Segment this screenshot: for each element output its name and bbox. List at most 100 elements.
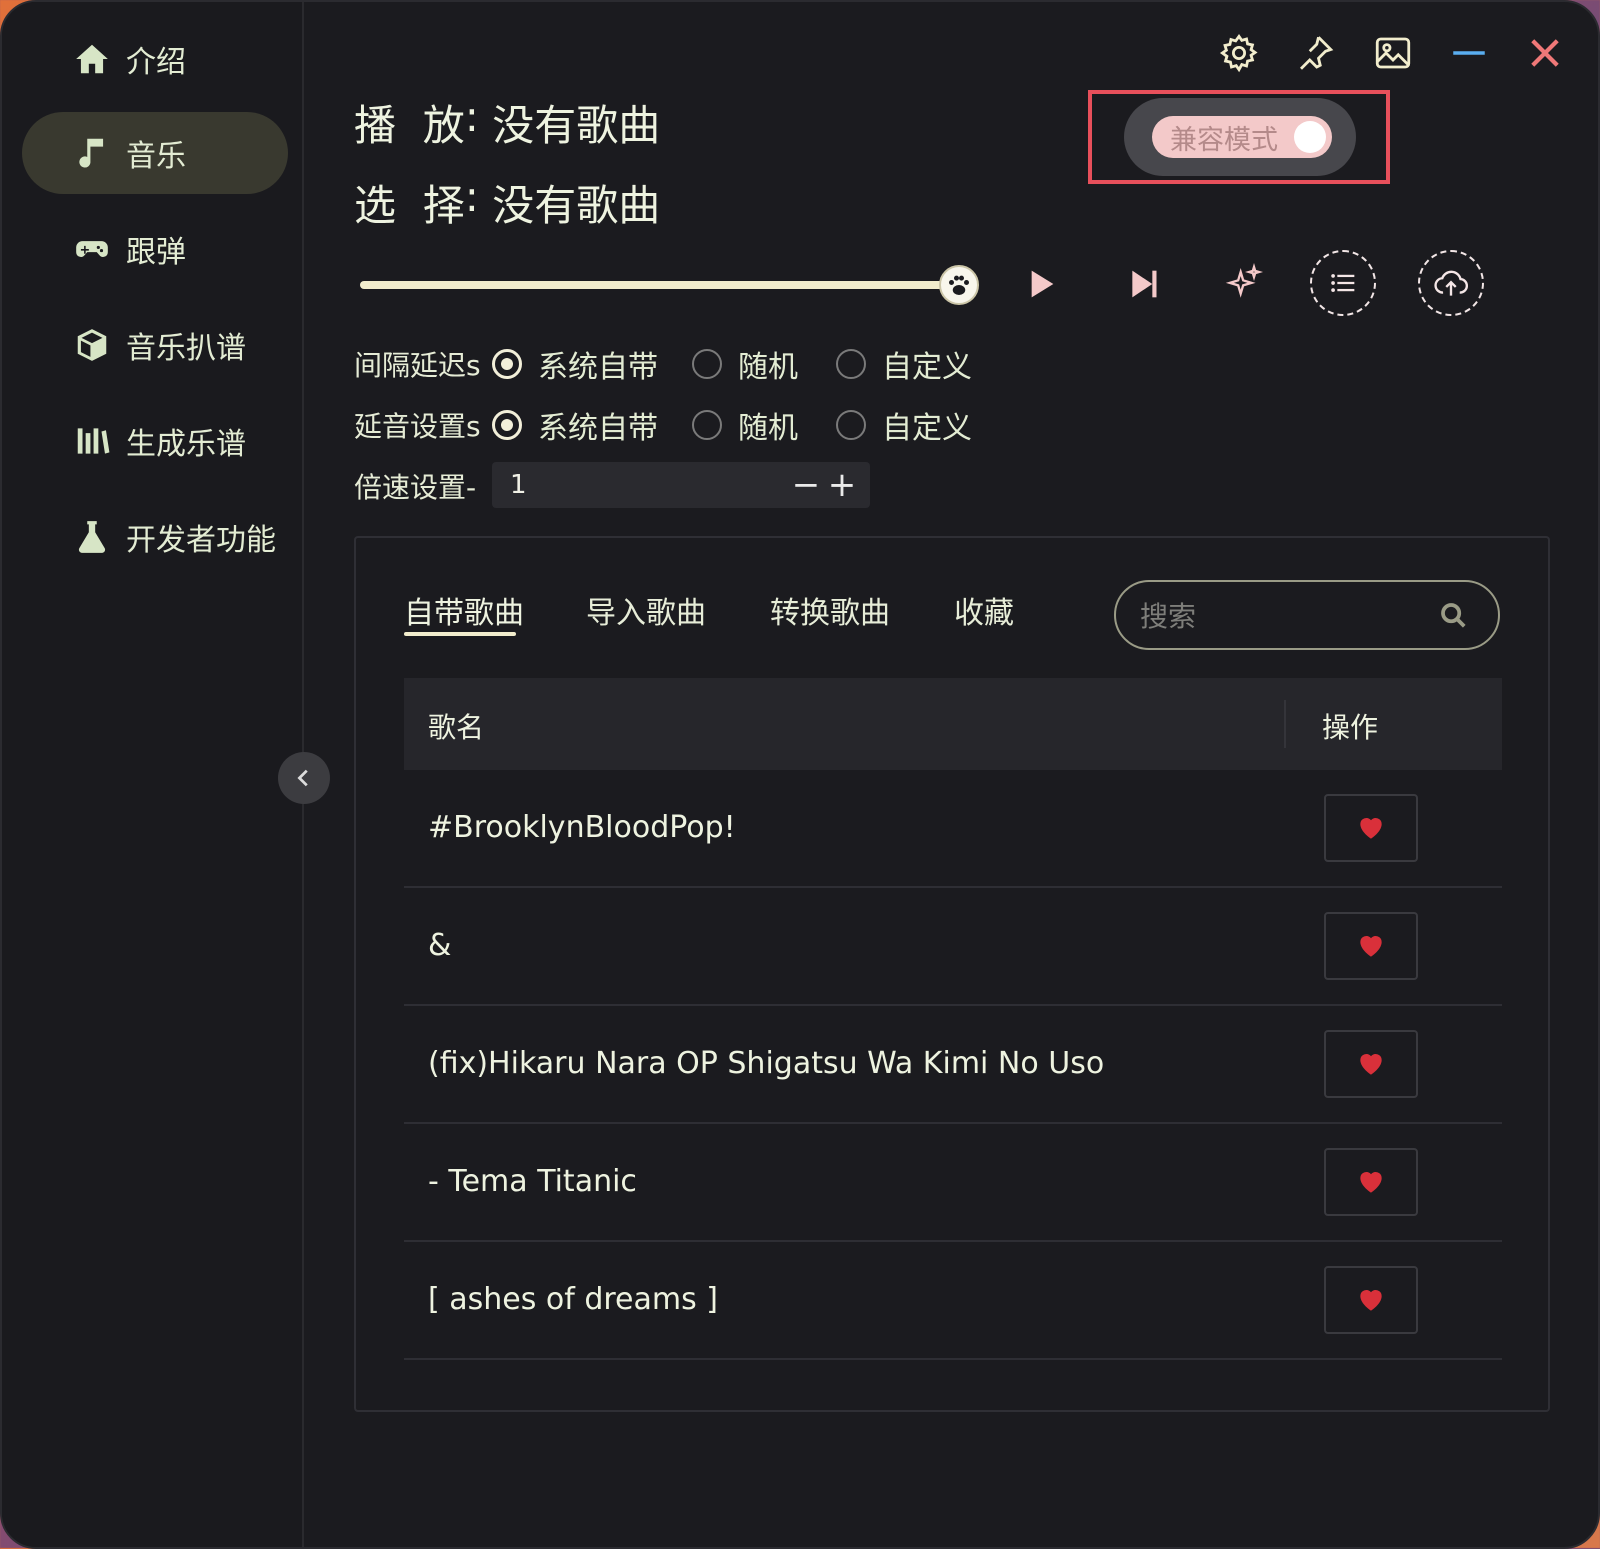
speed-value[interactable]: 1 [510, 470, 527, 500]
interval-delay-label: 间隔延迟s [354, 349, 481, 382]
favorite-button[interactable] [1324, 1266, 1418, 1334]
pin-icon [1300, 36, 1334, 70]
radio-label: 随机 [738, 411, 798, 446]
table-row[interactable]: (fix)Hikaru Nara OP Shigatsu Wa Kimi No … [404, 1006, 1502, 1124]
radio-label: 系统自带 [538, 350, 658, 385]
playlist-button[interactable] [1310, 250, 1376, 316]
tab-favorites[interactable]: 收藏 [954, 588, 1014, 632]
close-button[interactable] [1522, 30, 1568, 76]
interval-option-random[interactable]: 随机 [692, 342, 798, 386]
app-window: 介绍 音乐 跟弹 音乐扒谱 生成乐谱 开发者功能 兼容模式 播 放: 没有歌曲… [0, 0, 1600, 1549]
interval-option-custom[interactable]: 自定义 [836, 342, 972, 386]
table-row[interactable]: - Tema Titanic [404, 1124, 1502, 1242]
background-image-button[interactable] [1370, 30, 1416, 76]
favorite-button[interactable] [1324, 1148, 1418, 1216]
search-input[interactable]: 搜索 [1114, 580, 1500, 650]
tab-imported-songs[interactable]: 导入歌曲 [586, 588, 706, 632]
flask-icon [70, 515, 114, 559]
tab-converted-songs[interactable]: 转换歌曲 [770, 588, 890, 632]
cube-icon [70, 323, 114, 367]
interval-option-system[interactable]: 系统自带 [492, 342, 658, 386]
song-name: & [428, 928, 452, 963]
radio-dot [692, 410, 722, 440]
song-name: - Tema Titanic [428, 1164, 637, 1199]
skip-next-icon [1132, 270, 1157, 298]
table-header: 歌名 操作 [404, 678, 1502, 770]
search-placeholder: 搜索 [1140, 600, 1197, 633]
image-icon [1375, 37, 1411, 69]
table-row[interactable]: [ ashes of dreams ] [404, 1242, 1502, 1360]
radio-dot [836, 349, 866, 379]
gear-icon [1219, 33, 1258, 73]
speed-label: 倍速设置- [354, 471, 477, 504]
radio-label: 自定义 [882, 350, 972, 385]
radio-dot [836, 410, 866, 440]
table-row[interactable]: #BrooklynBloodPop! [404, 770, 1502, 888]
sidebar-item-music[interactable]: 音乐 [22, 112, 288, 194]
upload-button[interactable] [1418, 250, 1484, 316]
play-icon [1031, 270, 1054, 298]
table-row[interactable]: & [404, 888, 1502, 1006]
radio-label: 自定义 [882, 411, 972, 446]
heart-icon [1360, 1290, 1382, 1311]
heart-icon [1360, 1054, 1382, 1075]
song-name: #BrooklynBloodPop! [428, 810, 736, 845]
tab-builtin-songs[interactable]: 自带歌曲 [404, 588, 524, 632]
minimize-icon [1453, 51, 1485, 55]
pin-button[interactable] [1292, 30, 1338, 76]
music-note-icon [70, 131, 114, 175]
increment-button[interactable]: + [824, 462, 860, 508]
favorite-button[interactable] [1324, 794, 1418, 862]
radio-dot [492, 349, 522, 379]
heart-icon [1360, 1172, 1382, 1193]
sidebar-item-developer[interactable]: 开发者功能 [22, 496, 288, 578]
sparkle-button[interactable] [1224, 262, 1264, 302]
sidebar-item-label: 开发者功能 [126, 523, 276, 558]
delay-option-custom[interactable]: 自定义 [836, 403, 972, 447]
play-button[interactable] [1020, 264, 1060, 304]
decrement-button[interactable]: − [788, 462, 824, 508]
song-name: [ ashes of dreams ] [428, 1282, 718, 1317]
sidebar-item-label: 生成乐谱 [126, 427, 246, 462]
now-playing-label: 播 放 [354, 101, 465, 150]
sidebar-item-label: 音乐扒谱 [126, 331, 246, 366]
progress-slider[interactable] [360, 281, 960, 289]
list-icon [1331, 274, 1355, 292]
close-icon [1531, 39, 1559, 67]
progress-handle[interactable] [939, 265, 979, 305]
search-icon[interactable] [1438, 600, 1468, 630]
chevron-left-icon [297, 769, 308, 787]
column-divider [1284, 700, 1286, 748]
sidebar-item-label: 音乐 [126, 139, 186, 174]
now-playing: 播 放: 没有歌曲 [354, 92, 660, 153]
collapse-sidebar-button[interactable] [278, 752, 330, 804]
sidebar-item-follow[interactable]: 跟弹 [22, 208, 288, 290]
favorite-button[interactable] [1324, 912, 1418, 980]
column-header-action: 操作 [1322, 711, 1379, 744]
radio-dot [492, 410, 522, 440]
minimize-button[interactable] [1446, 30, 1492, 76]
radio-label: 随机 [738, 350, 798, 385]
settings-button[interactable] [1216, 30, 1262, 76]
paw-icon [949, 275, 969, 295]
bars-icon [70, 419, 114, 463]
gamepad-icon [70, 227, 114, 271]
radio-dot [692, 349, 722, 379]
cloud-upload-icon [1434, 270, 1469, 296]
sparkle-icon [1225, 262, 1264, 298]
now-playing-value: 没有歌曲 [492, 101, 661, 150]
delay-option-random[interactable]: 随机 [692, 403, 798, 447]
radio-label: 系统自带 [538, 411, 658, 446]
selected-label: 选 择 [354, 181, 465, 230]
sidebar-item-label: 跟弹 [126, 235, 186, 270]
sidebar-item-intro[interactable]: 介绍 [22, 18, 288, 100]
sidebar-item-transcribe[interactable]: 音乐扒谱 [22, 304, 288, 386]
selected-value: 没有歌曲 [492, 181, 661, 230]
speed-input[interactable]: 1 − + [492, 462, 870, 508]
delay-option-system[interactable]: 系统自带 [492, 403, 658, 447]
favorite-button[interactable] [1324, 1030, 1418, 1098]
next-button[interactable] [1124, 264, 1164, 304]
sidebar-item-generate[interactable]: 生成乐谱 [22, 400, 288, 482]
home-icon [70, 37, 114, 81]
sidebar: 介绍 音乐 跟弹 音乐扒谱 生成乐谱 开发者功能 [2, 2, 304, 1547]
